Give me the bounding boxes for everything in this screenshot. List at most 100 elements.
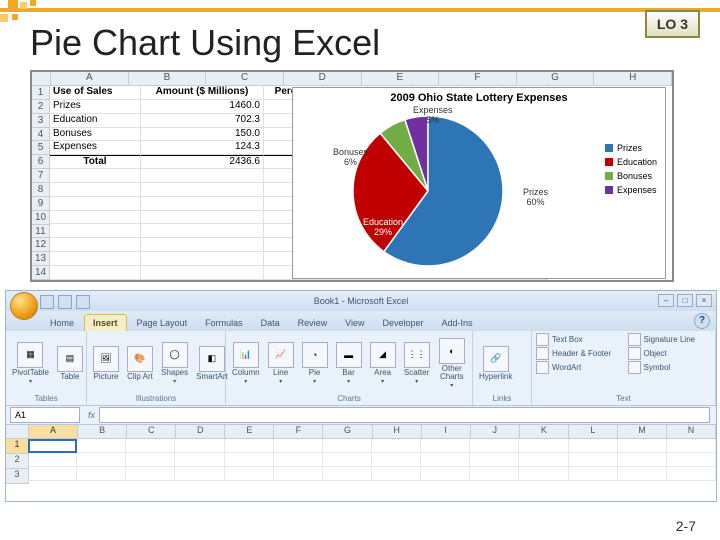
row-header[interactable]: 14 xyxy=(32,266,50,280)
column-chart-button[interactable]: 📊Column▾ xyxy=(230,341,262,386)
col-header[interactable]: D xyxy=(176,425,225,439)
col-header[interactable]: D xyxy=(284,72,362,86)
col-header[interactable]: G xyxy=(323,425,372,439)
shapes-button[interactable]: ◯Shapes▾ xyxy=(159,341,190,386)
name-box[interactable]: A1 xyxy=(10,407,80,423)
wordart-button[interactable]: WordArt xyxy=(536,361,620,374)
cell[interactable]: Total xyxy=(50,155,141,169)
col-header[interactable]: J xyxy=(471,425,520,439)
cell[interactable]: Bonuses xyxy=(50,128,141,142)
row-header[interactable]: 9 xyxy=(32,197,50,211)
col-header[interactable]: N xyxy=(667,425,716,439)
textbox-button[interactable]: Text Box xyxy=(536,333,620,346)
row-header[interactable]: 6 xyxy=(32,155,50,169)
row-header[interactable]: 11 xyxy=(32,225,50,239)
group-label: Links xyxy=(477,393,527,403)
other-charts-button[interactable]: ◐Other Charts▾ xyxy=(436,337,468,390)
qat-undo-icon[interactable] xyxy=(58,295,72,309)
clipart-icon: 🎨 xyxy=(127,346,153,372)
cell-a1-selected[interactable] xyxy=(28,439,77,453)
smartart-button[interactable]: ◧SmartArt xyxy=(194,345,230,382)
pie-chart[interactable]: 2009 Ohio State Lottery Expenses Prizes … xyxy=(292,87,666,279)
qat-redo-icon[interactable] xyxy=(76,295,90,309)
bar-chart-button[interactable]: ▬Bar▾ xyxy=(334,341,364,386)
formula-bar[interactable] xyxy=(99,407,710,423)
col-header[interactable]: L xyxy=(569,425,618,439)
col-header[interactable]: F xyxy=(439,72,517,86)
row-header[interactable]: 8 xyxy=(32,183,50,197)
symbol-button[interactable]: Symbol xyxy=(628,361,712,374)
row-header[interactable]: 2 xyxy=(6,454,29,469)
tab-developer[interactable]: Developer xyxy=(374,315,431,331)
row-header[interactable]: 10 xyxy=(32,211,50,225)
maximize-button[interactable]: □ xyxy=(677,294,693,307)
tab-view[interactable]: View xyxy=(337,315,372,331)
col-header[interactable]: B xyxy=(78,425,127,439)
row-header[interactable]: 3 xyxy=(6,469,29,484)
header-footer-button[interactable]: Header & Footer xyxy=(536,347,620,360)
select-all-button[interactable] xyxy=(6,425,29,439)
col-header[interactable]: C xyxy=(206,72,284,86)
signature-line-button[interactable]: Signature Line xyxy=(628,333,712,346)
fx-icon[interactable]: fx xyxy=(88,410,95,420)
col-header[interactable]: A xyxy=(51,72,129,86)
tab-data[interactable]: Data xyxy=(253,315,288,331)
row-header[interactable]: 1 xyxy=(32,86,50,100)
cell[interactable]: 2436.6 xyxy=(141,155,264,169)
cell[interactable]: Prizes xyxy=(50,100,141,114)
col-header[interactable]: I xyxy=(422,425,471,439)
row-header[interactable]: 5 xyxy=(32,141,50,155)
col-header[interactable]: H xyxy=(594,72,672,86)
col-header[interactable]: E xyxy=(225,425,274,439)
clipart-button[interactable]: 🎨Clip Art xyxy=(125,345,155,382)
pie-plot xyxy=(353,116,503,266)
qat-save-icon[interactable] xyxy=(40,295,54,309)
help-button[interactable]: ? xyxy=(694,313,710,329)
other-charts-icon: ◐ xyxy=(439,338,465,364)
tab-review[interactable]: Review xyxy=(290,315,336,331)
cell[interactable]: 702.3 xyxy=(141,114,264,128)
row-header[interactable]: 1 xyxy=(6,439,29,454)
object-button[interactable]: Object xyxy=(628,347,712,360)
col-header[interactable]: G xyxy=(517,72,595,86)
table-button[interactable]: ▤Table xyxy=(55,345,85,382)
row-header[interactable]: 7 xyxy=(32,169,50,183)
row-header[interactable]: 4 xyxy=(32,128,50,142)
tab-addins[interactable]: Add-Ins xyxy=(434,315,481,331)
col-header[interactable]: M xyxy=(618,425,667,439)
col-header[interactable]: E xyxy=(362,72,440,86)
row-header[interactable]: 13 xyxy=(32,252,50,266)
tab-formulas[interactable]: Formulas xyxy=(197,315,251,331)
title-bar[interactable]: Book1 - Microsoft Excel – □ × xyxy=(6,291,716,311)
close-button[interactable]: × xyxy=(696,294,712,307)
tab-page-layout[interactable]: Page Layout xyxy=(129,315,196,331)
col-header[interactable]: A xyxy=(29,425,78,439)
col-header[interactable]: K xyxy=(520,425,569,439)
line-chart-button[interactable]: 📈Line▾ xyxy=(266,341,296,386)
col-header[interactable]: F xyxy=(274,425,323,439)
cell[interactable]: Amount ($ Millions) xyxy=(141,86,264,100)
cell[interactable]: Expenses xyxy=(50,141,141,155)
minimize-button[interactable]: – xyxy=(658,294,674,307)
tab-home[interactable]: Home xyxy=(42,315,82,331)
cell[interactable]: 150.0 xyxy=(141,128,264,142)
col-header[interactable]: B xyxy=(129,72,207,86)
row-header[interactable]: 12 xyxy=(32,238,50,252)
col-header[interactable]: H xyxy=(373,425,422,439)
pie-chart-button[interactable]: ◔Pie▾ xyxy=(300,341,330,386)
hyperlink-button[interactable]: 🔗Hyperlink xyxy=(477,345,514,382)
cell[interactable]: Education xyxy=(50,114,141,128)
scatter-chart-button[interactable]: ⋮⋮Scatter▾ xyxy=(402,341,432,386)
slide-decoration xyxy=(0,0,720,20)
row-header[interactable]: 3 xyxy=(32,114,50,128)
area-chart-button[interactable]: ◢Area▾ xyxy=(368,341,398,386)
col-header[interactable]: C xyxy=(127,425,176,439)
row-header[interactable]: 2 xyxy=(32,100,50,114)
pivottable-button[interactable]: ▦PivotTable▾ xyxy=(10,341,51,386)
cell[interactable]: 124.3 xyxy=(141,141,264,155)
office-button[interactable] xyxy=(10,292,38,320)
cell[interactable]: Use of Sales xyxy=(50,86,141,100)
picture-button[interactable]: 🖼Picture xyxy=(91,345,121,382)
tab-insert[interactable]: Insert xyxy=(84,314,127,331)
cell[interactable]: 1460.0 xyxy=(141,100,264,114)
